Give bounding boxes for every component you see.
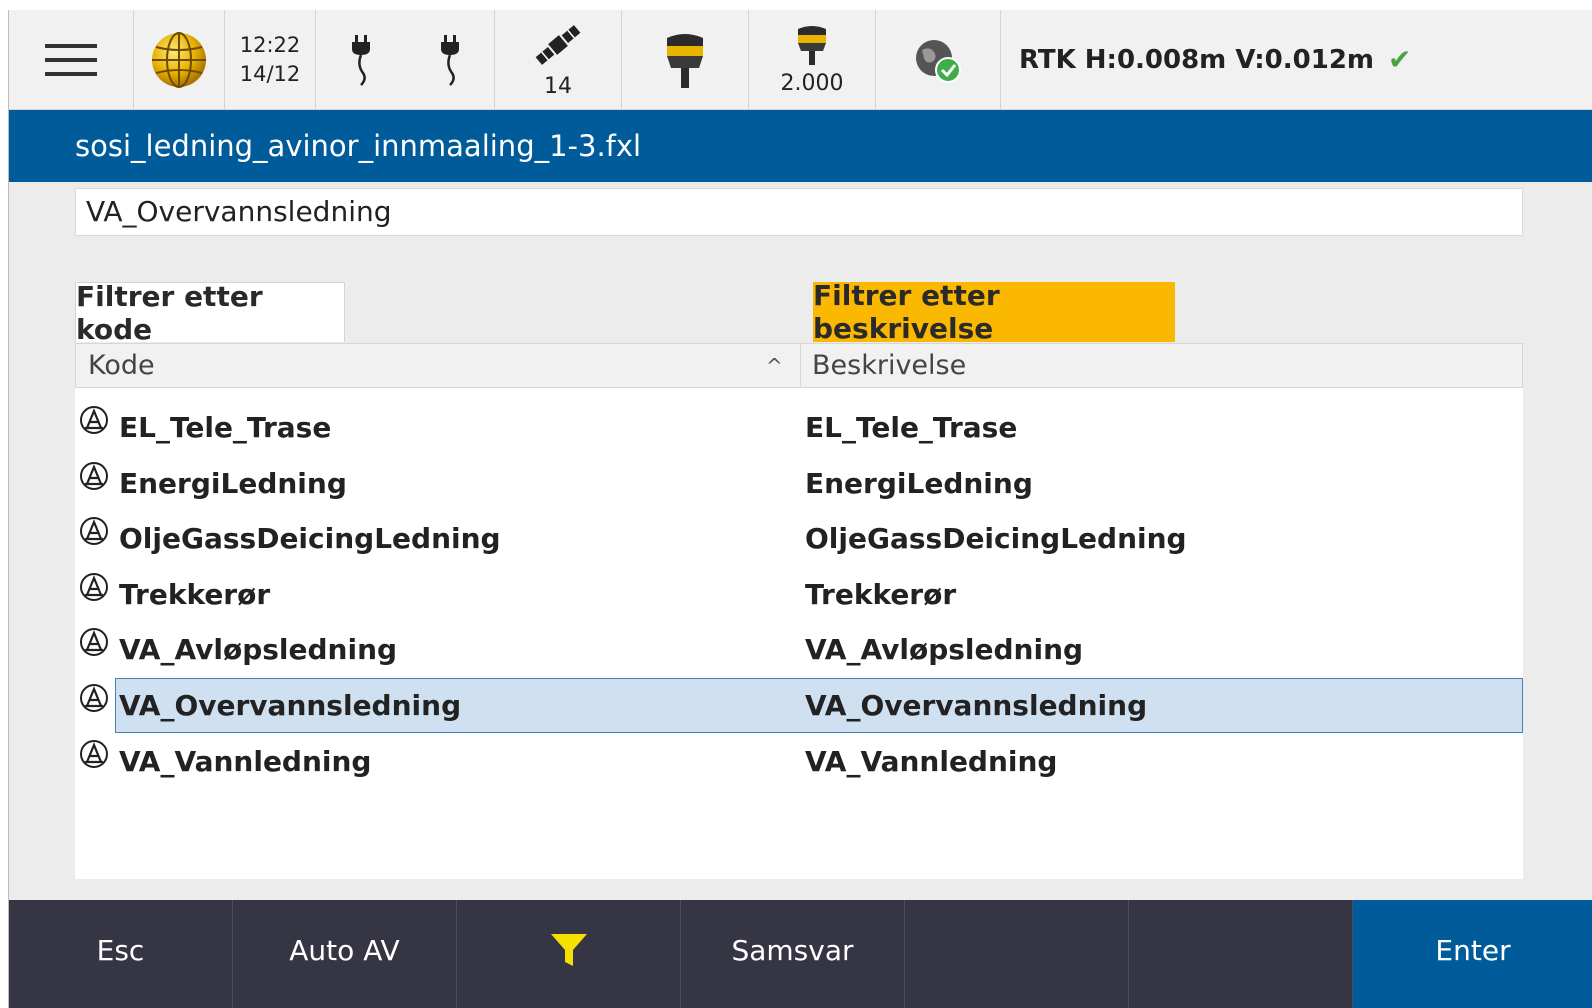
feature-code-icon: [80, 740, 108, 768]
match-button[interactable]: Samsvar: [681, 900, 905, 1008]
table-row[interactable]: EnergiLedning EnergiLedning: [75, 456, 1523, 511]
antenna-height-icon: [798, 26, 826, 65]
table-row[interactable]: VA_Avløpsledning VA_Avløpsledning: [75, 622, 1523, 677]
date-time: 12:22 14/12: [225, 10, 316, 109]
empty-softkey-2: [1129, 900, 1353, 1008]
menu-icon: [45, 43, 97, 76]
antenna-height-value: 2.000: [780, 71, 844, 96]
row-description: EL_Tele_Trase: [805, 411, 1018, 444]
feature-code-icon: [80, 406, 108, 434]
globe-icon: [152, 31, 206, 88]
receiver-status[interactable]: [622, 10, 749, 109]
network-status[interactable]: [876, 10, 1001, 109]
row-description: EnergiLedning: [805, 467, 1033, 500]
map-button[interactable]: [134, 10, 225, 109]
row-description: OljeGassDeicingLedning: [805, 522, 1187, 555]
feature-code-icon: [80, 628, 108, 656]
satellite-count: 14: [544, 74, 572, 99]
row-description: VA_Overvannsledning: [805, 689, 1148, 722]
top-strip: [0, 0, 1592, 10]
row-code: OljeGassDeicingLedning: [119, 522, 501, 555]
power-status[interactable]: [316, 10, 495, 109]
file-title-bar: sosi_ledning_avinor_innmaaling_1-3.fxl: [9, 110, 1592, 182]
column-header-code[interactable]: Kode: [88, 344, 155, 388]
filter-by-code-button[interactable]: Filtrer etter kode: [75, 280, 345, 346]
date-text: 14/12: [239, 61, 301, 86]
feature-code-icon: [80, 684, 108, 712]
table-row[interactable]: EL_Tele_Trase EL_Tele_Trase: [75, 400, 1523, 455]
gnss-receiver-icon: [667, 33, 703, 88]
sort-ascending-icon[interactable]: ^: [766, 344, 783, 388]
status-bar: 12:22 14/12 14 2.000 RTK H:0.008m V:0.01…: [9, 10, 1592, 110]
row-code: EL_Tele_Trase: [119, 411, 332, 444]
empty-softkey-1: [905, 900, 1129, 1008]
check-icon: ✔: [1388, 43, 1412, 76]
table-row[interactable]: Trekkerør Trekkerør: [75, 567, 1523, 622]
satellite-status[interactable]: 14: [495, 10, 622, 109]
power-plug-icon: [351, 34, 370, 86]
code-search-input[interactable]: VA_Overvannsledning: [75, 188, 1523, 236]
rtk-text: RTK H:0.008m V:0.012m: [1019, 44, 1375, 75]
table-header: Kode ^ Beskrivelse: [75, 343, 1523, 388]
softkey-bar: Esc Auto AV Samsvar Enter: [9, 900, 1592, 1008]
menu-button[interactable]: [9, 10, 134, 109]
antenna-height-status[interactable]: 2.000: [749, 10, 876, 109]
row-code: VA_Avløpsledning: [119, 633, 398, 666]
enter-button[interactable]: Enter: [1353, 900, 1592, 1008]
row-code: VA_Overvannsledning: [119, 689, 462, 722]
row-description: VA_Vannledning: [805, 745, 1058, 778]
rtk-precision[interactable]: RTK H:0.008m V:0.012m ✔: [1001, 10, 1592, 109]
esc-button[interactable]: Esc: [9, 900, 233, 1008]
table-row[interactable]: OljeGassDeicingLedning OljeGassDeicingLed…: [75, 511, 1523, 566]
row-code: Trekkerør: [119, 578, 271, 611]
feature-code-icon: [80, 462, 108, 490]
column-divider[interactable]: [800, 344, 801, 388]
app-screen: 12:22 14/12 14 2.000 RTK H:0.008m V:0.01…: [8, 10, 1592, 1008]
network-check-icon: [916, 39, 961, 83]
power-plug-icon: [440, 34, 459, 86]
filter-by-description-button[interactable]: Filtrer etter beskrivelse: [813, 279, 1175, 345]
code-table: Kode ^ Beskrivelse EL_Tele_Trase EL_Tele_…: [75, 343, 1523, 879]
feature-code-icon: [80, 573, 108, 601]
table-row[interactable]: VA_Overvannsledning VA_Overvannsledning: [75, 678, 1523, 733]
row-code: VA_Vannledning: [119, 745, 372, 778]
satellite-icon: [535, 25, 581, 65]
time-text: 12:22: [239, 32, 301, 57]
filter-button[interactable]: [457, 900, 681, 1008]
file-title: sosi_ledning_avinor_innmaaling_1-3.fxl: [75, 129, 642, 163]
filter-icon: [550, 934, 587, 966]
row-description: VA_Avløpsledning: [805, 633, 1084, 666]
row-code: EnergiLedning: [119, 467, 347, 500]
row-description: Trekkerør: [805, 578, 957, 611]
auto-off-button[interactable]: Auto AV: [233, 900, 457, 1008]
feature-code-icon: [80, 517, 108, 545]
table-row[interactable]: VA_Vannledning VA_Vannledning: [75, 734, 1523, 789]
column-header-description[interactable]: Beskrivelse: [812, 344, 966, 388]
